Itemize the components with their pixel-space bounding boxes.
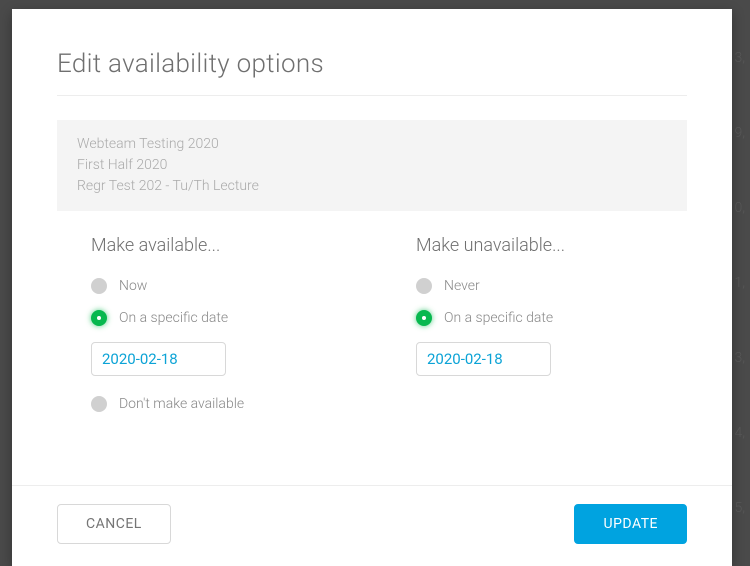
radio-icon <box>416 278 432 294</box>
radio-unavailable-specific-date[interactable]: On a specific date <box>416 310 687 326</box>
radio-label: On a specific date <box>444 310 553 326</box>
cancel-button[interactable]: CANCEL <box>57 504 171 544</box>
radio-icon <box>91 310 107 326</box>
obscured-background: 3, 9, 0, 1, 3, 4, 5, <box>730 0 750 566</box>
radio-dont-make-available[interactable]: Don't make available <box>91 396 362 412</box>
radio-available-now[interactable]: Now <box>91 278 362 294</box>
radio-label: On a specific date <box>119 310 228 326</box>
unavailable-date-input[interactable] <box>416 342 551 376</box>
radio-label: Don't make available <box>119 396 244 412</box>
make-unavailable-section: Make unavailable... Never On a specific … <box>382 235 687 428</box>
context-line-2: First Half 2020 <box>77 155 667 176</box>
update-button[interactable]: UPDATE <box>574 504 687 544</box>
edit-availability-dialog: Edit availability options Webteam Testin… <box>12 9 732 566</box>
context-info: Webteam Testing 2020 First Half 2020 Reg… <box>57 120 687 211</box>
make-available-heading: Make available... <box>91 235 362 256</box>
radio-available-specific-date[interactable]: On a specific date <box>91 310 362 326</box>
radio-icon <box>91 278 107 294</box>
make-unavailable-heading: Make unavailable... <box>416 235 687 256</box>
dialog-body: Edit availability options Webteam Testin… <box>12 9 732 485</box>
radio-icon <box>91 396 107 412</box>
radio-label: Now <box>119 278 147 294</box>
dialog-title: Edit availability options <box>57 49 687 96</box>
dialog-footer: CANCEL UPDATE <box>12 485 732 566</box>
radio-label: Never <box>444 278 480 294</box>
available-date-input[interactable] <box>91 342 226 376</box>
options-columns: Make available... Now On a specific date… <box>57 235 687 428</box>
make-available-section: Make available... Now On a specific date… <box>57 235 362 428</box>
radio-icon <box>416 310 432 326</box>
context-line-3: Regr Test 202 - Tu/Th Lecture <box>77 176 667 197</box>
radio-unavailable-never[interactable]: Never <box>416 278 687 294</box>
context-line-1: Webteam Testing 2020 <box>77 134 667 155</box>
